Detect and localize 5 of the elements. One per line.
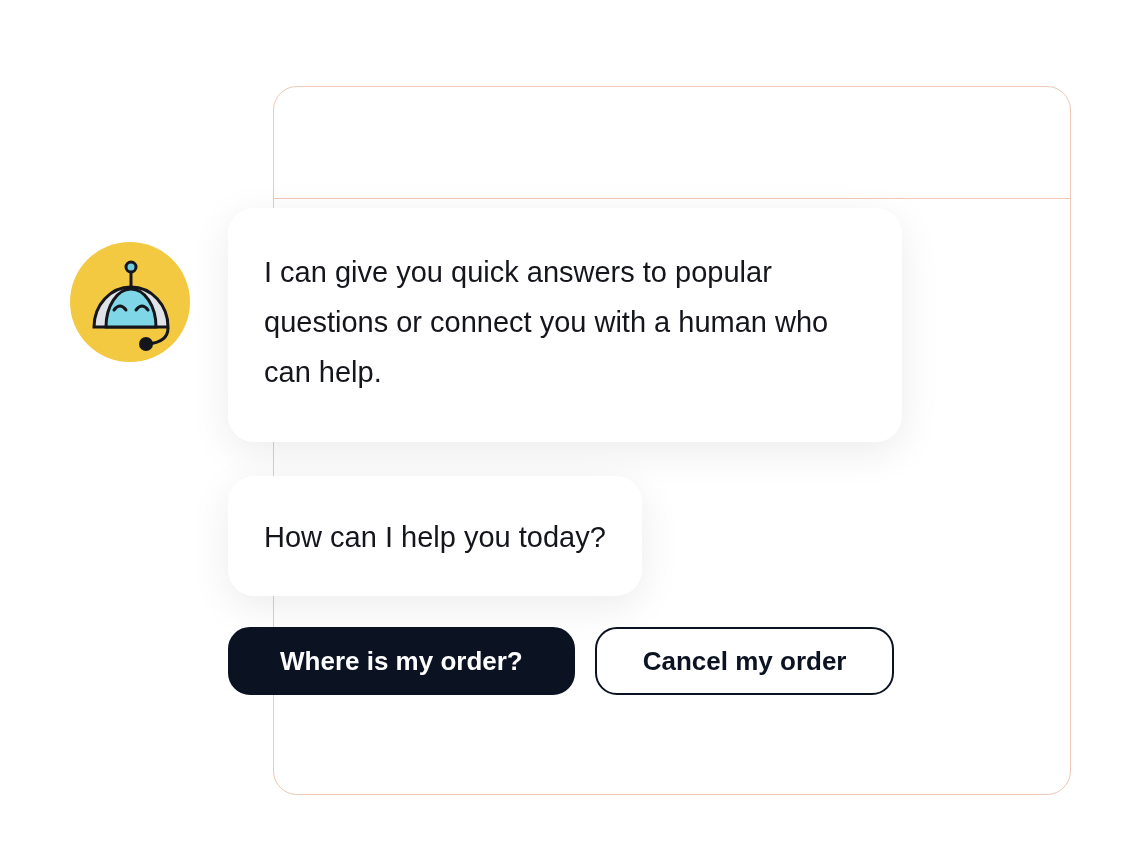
chat-message: How can I help you today? [228, 476, 642, 596]
quick-reply-button[interactable]: Where is my order? [228, 627, 575, 695]
chat-message: I can give you quick answers to popular questions or connect you with a human who can help. [228, 208, 902, 442]
quick-reply-button[interactable]: Cancel my order [594, 627, 895, 695]
robot-avatar-icon [70, 242, 190, 362]
